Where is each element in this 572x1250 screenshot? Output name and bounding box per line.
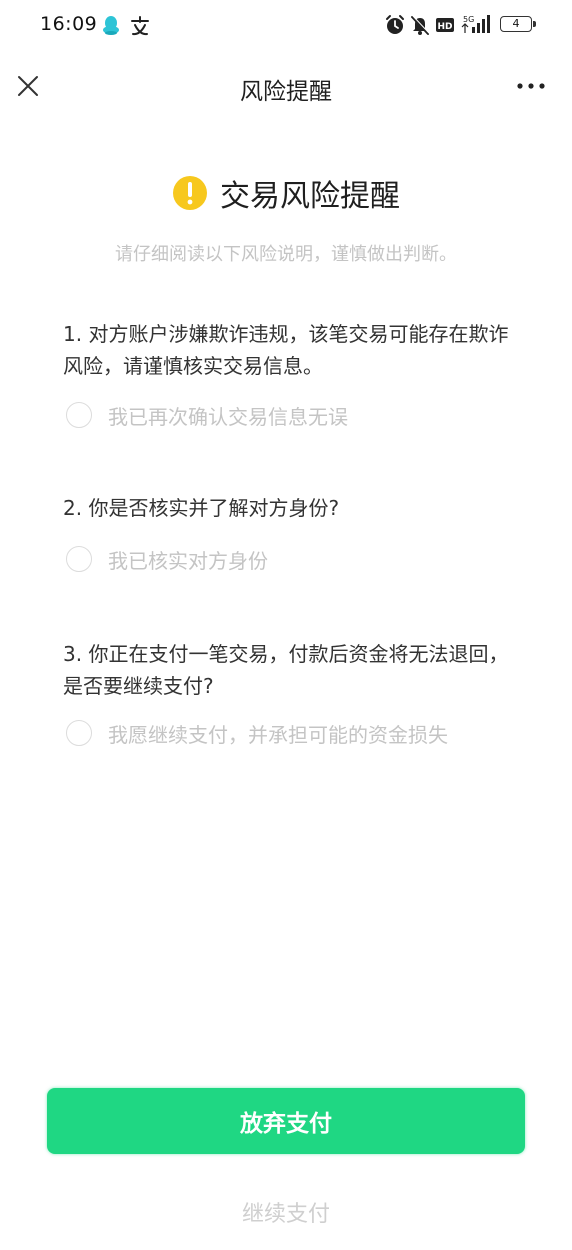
page-title: 风险提醒 bbox=[240, 79, 332, 105]
battery-icon: 4 bbox=[500, 16, 532, 32]
status-bar: 16:09 HD 5G 4 bbox=[0, 0, 572, 50]
risk-subtitle: 请仔细阅读以下风险说明，谨慎做出判断。 bbox=[115, 244, 457, 265]
risk-title: 交易风险提醒 bbox=[220, 179, 400, 214]
option-label: 我愿继续支付，并承担可能的资金损失 bbox=[108, 722, 448, 747]
radio-button[interactable] bbox=[66, 546, 92, 572]
warning-icon bbox=[173, 176, 207, 210]
question-2: 2. 你是否核实并了解对方身份? bbox=[63, 496, 340, 520]
option-label: 我已再次确认交易信息无误 bbox=[108, 404, 348, 429]
zhi-app-icon bbox=[131, 16, 149, 36]
confirm-option-3[interactable]: 我愿继续支付，并承担可能的资金损失 bbox=[66, 718, 448, 748]
status-time: 16:09 bbox=[40, 13, 98, 35]
hd-label: HD bbox=[437, 22, 452, 32]
question-3: 3. 你正在支付一笔交易，付款后资金将无法退回，是否要继续支付? bbox=[63, 642, 509, 698]
continue-payment-button[interactable]: 继续支付 bbox=[186, 1192, 386, 1232]
confirm-option-1[interactable]: 我已再次确认交易信息无误 bbox=[66, 400, 348, 430]
more-icon[interactable] bbox=[516, 80, 546, 92]
radio-button[interactable] bbox=[66, 720, 92, 746]
question-1: 1. 对方账户涉嫌欺诈违规，该笔交易可能存在欺诈风险，请谨慎核实交易信息。 bbox=[63, 322, 509, 378]
option-label: 我已核实对方身份 bbox=[108, 548, 268, 573]
network-label: 5G bbox=[463, 15, 474, 24]
radio-button[interactable] bbox=[66, 402, 92, 428]
confirm-option-2[interactable]: 我已核实对方身份 bbox=[66, 544, 268, 574]
battery-level: 4 bbox=[512, 17, 520, 30]
risk-header: 交易风险提醒 bbox=[0, 170, 572, 216]
battery-tip bbox=[533, 21, 536, 27]
hd-icon: HD bbox=[436, 18, 454, 32]
mute-bell-icon bbox=[411, 15, 430, 35]
signal-icon: 5G bbox=[461, 15, 490, 33]
alarm-icon bbox=[386, 15, 404, 34]
qq-icon bbox=[103, 16, 119, 35]
abandon-payment-button[interactable]: 放弃支付 bbox=[47, 1088, 525, 1154]
